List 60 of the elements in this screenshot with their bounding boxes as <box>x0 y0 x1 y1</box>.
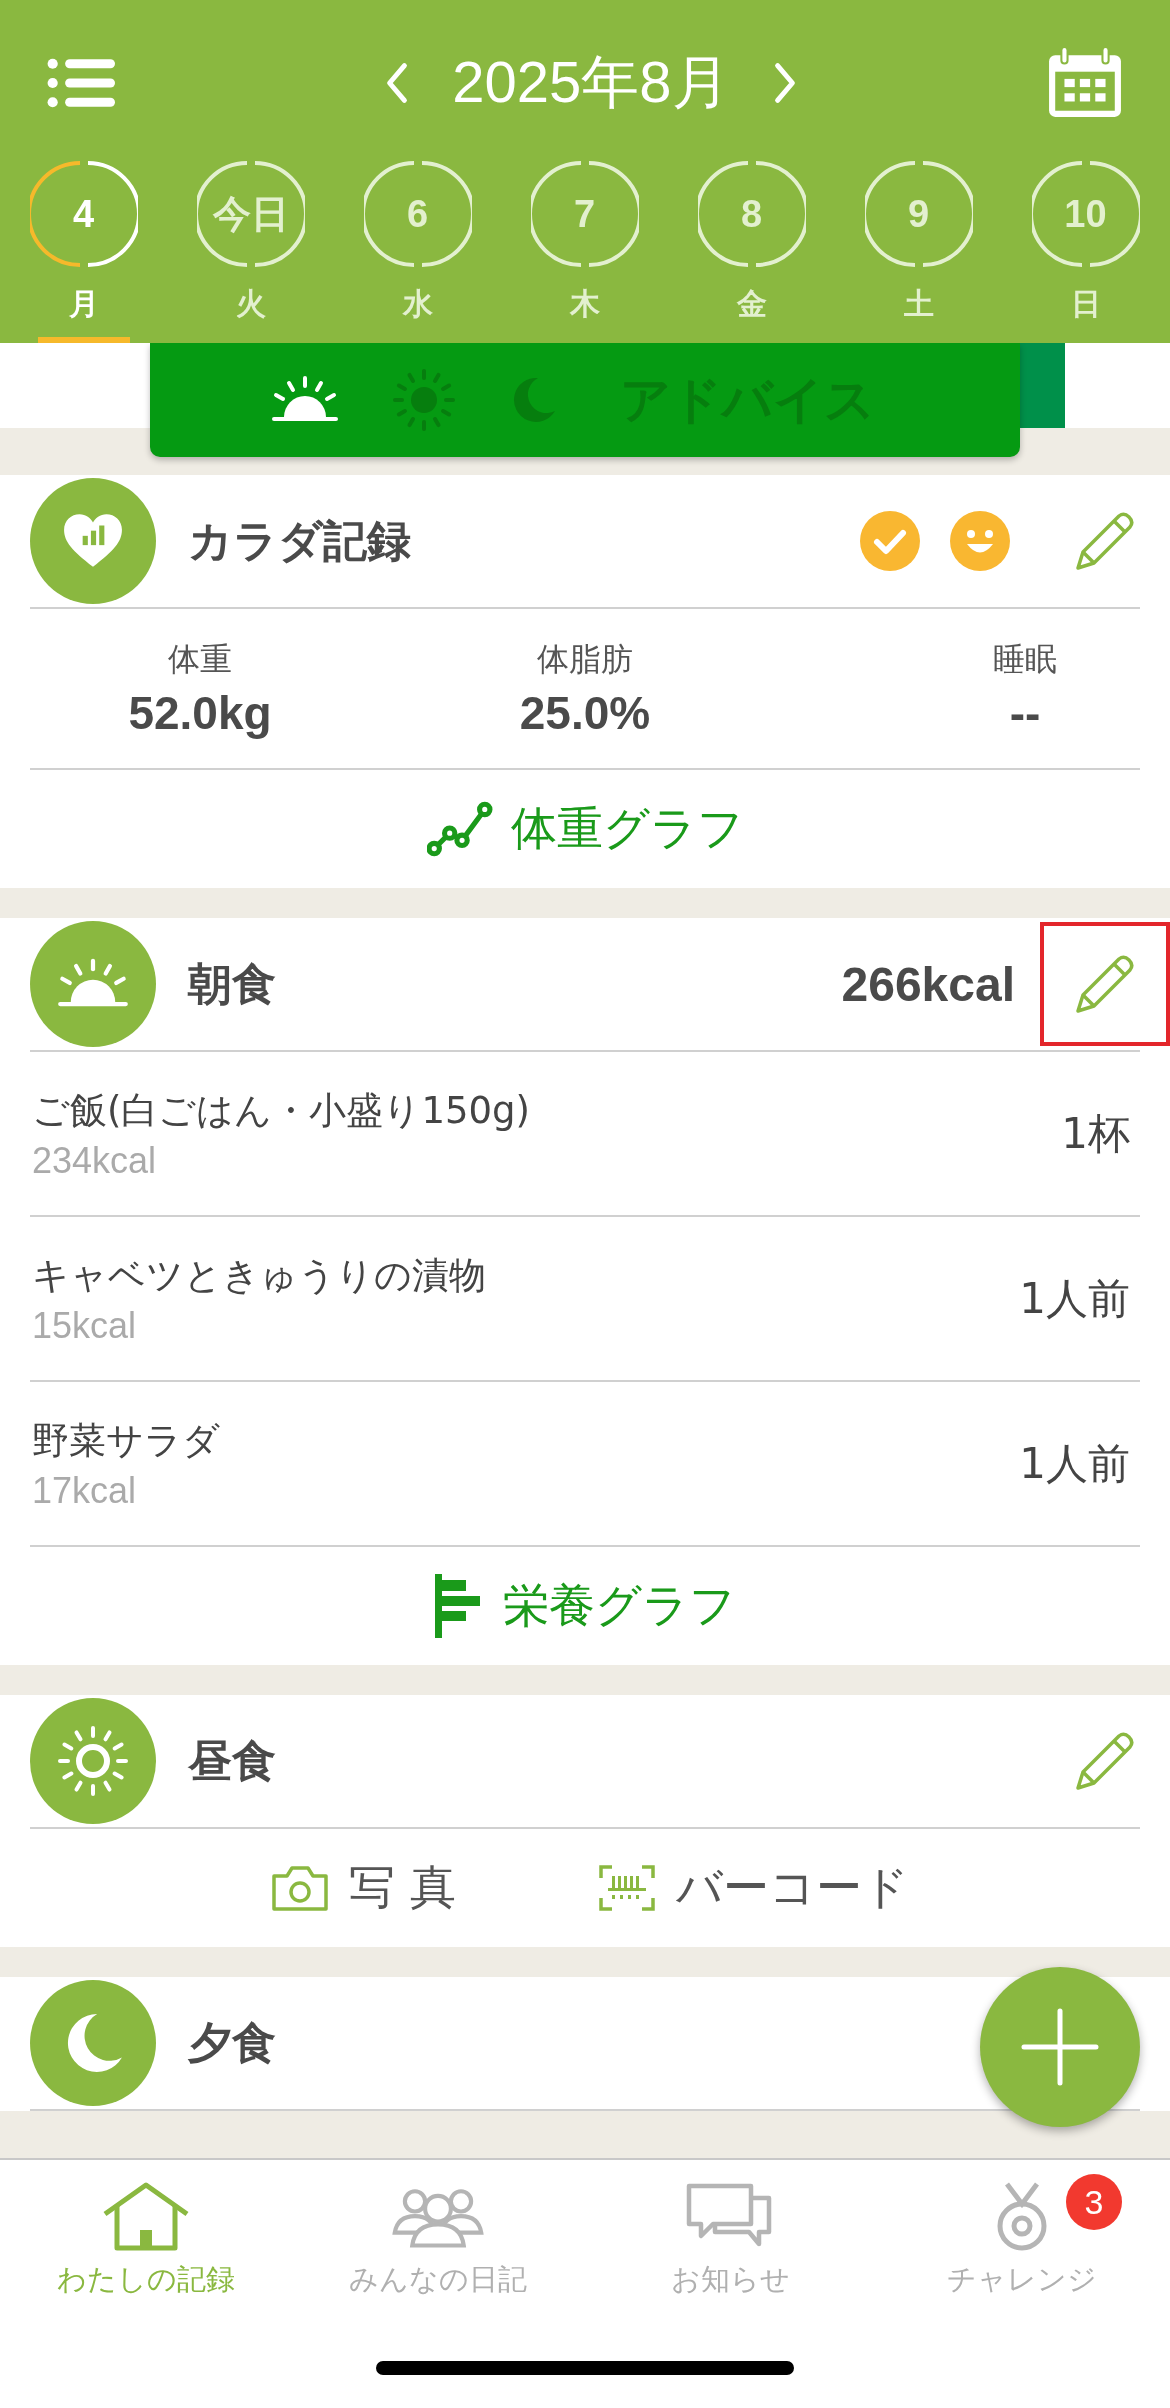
notification-badge: 3 <box>1066 2174 1122 2230</box>
nav-tab[interactable]: チャレンジ 3 <box>876 2160 1168 2301</box>
weight-graph-link[interactable]: 体重グラフ <box>0 770 1170 888</box>
food-calories: 234kcal <box>32 1139 158 1182</box>
plus-icon <box>1020 2007 1100 2087</box>
menu-icon[interactable] <box>47 57 115 108</box>
calendar-icon[interactable] <box>1047 46 1123 119</box>
check-icon[interactable] <box>860 511 920 571</box>
food-amount: 1人前 <box>1019 1272 1130 1325</box>
food-name: キャベツときゅうりの漬物 <box>32 1252 486 1299</box>
nav-tab[interactable]: わたしの記録 <box>0 2160 292 2301</box>
line-graph-icon <box>426 801 493 857</box>
nav-tab[interactable]: お知らせ <box>584 2160 876 2301</box>
day-tab[interactable]: 6 水 <box>334 125 501 343</box>
progress-ring-icon <box>196 160 305 268</box>
food-amount: 1人前 <box>1019 1437 1130 1490</box>
card-title: カラダ記録 <box>188 513 411 568</box>
barcode-icon <box>597 1864 656 1912</box>
food-row[interactable]: ご飯(白ごはん・小盛り150g) 234kcal 1杯 <box>0 1052 1170 1215</box>
day-tab[interactable]: 今日 火 <box>167 125 334 343</box>
food-name: ご飯(白ごはん・小盛り150g) <box>32 1087 530 1134</box>
pencil-icon <box>1074 510 1136 572</box>
day-tab[interactable]: 8 金 <box>668 125 835 343</box>
pencil-icon <box>1074 1730 1136 1792</box>
day-tab[interactable]: 10 日 <box>1002 125 1169 343</box>
nav-tab[interactable]: みんなの日記 <box>292 2160 584 2301</box>
stat-label: 体脂肪 <box>537 638 633 680</box>
stat-value: -- <box>1009 685 1041 740</box>
progress-ring-icon <box>530 160 639 268</box>
card-title: 夕食 <box>188 2015 276 2070</box>
stat-value: 52.0kg <box>128 685 272 740</box>
calorie-total: 266kcal <box>841 956 1015 1012</box>
card-title: 昼食 <box>188 1733 276 1788</box>
progress-ring-icon <box>864 160 973 268</box>
food-row[interactable]: 野菜サラダ 17kcal 1人前 <box>0 1382 1170 1545</box>
photo-button[interactable]: 写 真 <box>265 1856 462 1920</box>
edit-button[interactable] <box>1040 922 1170 1046</box>
camera-icon <box>271 1864 330 1912</box>
progress-ring-icon <box>363 160 472 268</box>
barcode-button[interactable]: バーコード <box>591 1856 915 1920</box>
food-calories: 17kcal <box>32 1469 138 1512</box>
progress-ring-icon <box>697 160 806 268</box>
stat-label: 体重 <box>168 638 232 680</box>
month-title: 2025年8月 <box>452 47 730 116</box>
food-calories: 15kcal <box>32 1304 138 1347</box>
day-tab[interactable]: 9 土 <box>835 125 1002 343</box>
progress-ring-icon <box>29 160 138 268</box>
food-amount: 1杯 <box>1061 1107 1130 1160</box>
stat-value: 25.0% <box>519 685 651 740</box>
smile-icon[interactable] <box>950 511 1010 571</box>
food-row[interactable]: キャベツときゅうりの漬物 15kcal 1人前 <box>0 1217 1170 1380</box>
day-tab[interactable]: 7 木 <box>501 125 668 343</box>
day-tab[interactable]: 4 月 <box>0 125 167 343</box>
progress-ring-icon <box>1031 160 1140 268</box>
nutrition-graph-link[interactable]: 栄養グラフ <box>0 1547 1170 1665</box>
pencil-icon <box>1074 953 1136 1015</box>
card-title: 朝食 <box>188 956 276 1011</box>
stat-label: 睡眠 <box>993 638 1057 680</box>
food-name: 野菜サラダ <box>32 1417 220 1464</box>
sun-icon[interactable] <box>392 368 456 432</box>
